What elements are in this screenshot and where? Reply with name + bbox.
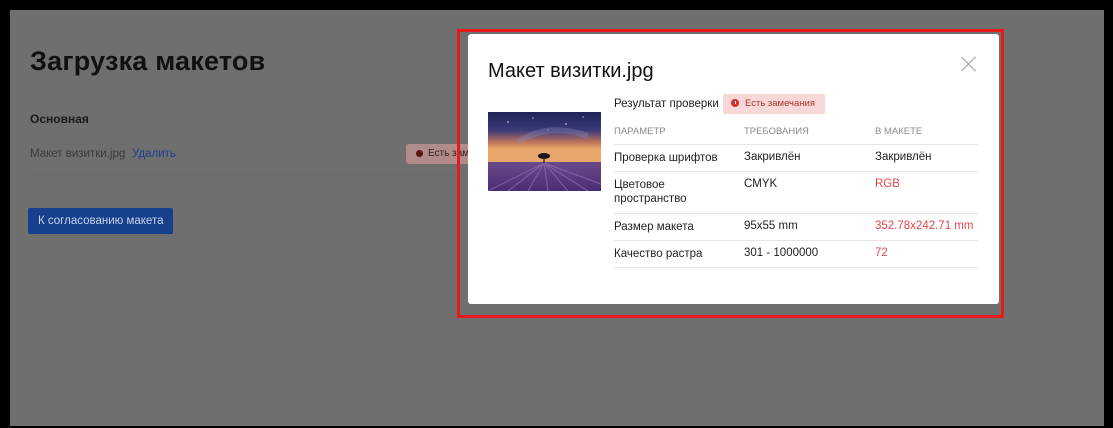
file-name: Макет визитки.jpg: [30, 148, 126, 160]
column-header-actual: В МАКЕТЕ: [875, 126, 923, 137]
param-name: Цветовое пространство: [614, 179, 687, 205]
table-row: Цветовое пространство CMYK RGB: [614, 172, 978, 214]
param-actual: 72: [875, 247, 888, 259]
param-required: CMYK: [744, 178, 778, 190]
param-name: Размер макета: [614, 221, 694, 233]
param-required: 95x55 mm: [744, 220, 798, 232]
lavender-field-image: [488, 112, 601, 191]
warning-icon: [416, 149, 423, 157]
param-name: Качество растра: [614, 248, 703, 260]
param-actual: 352.78x242.71 mm: [875, 220, 974, 232]
delete-file-link[interactable]: Удалить: [132, 148, 176, 160]
check-result-modal: Макет визитки.jpg Результат проверки Ест…: [468, 34, 999, 304]
warning-icon: [731, 99, 739, 107]
parameters-table: ПАРАМЕТР ТРЕБОВАНИЯ В МАКЕТЕ Проверка шр…: [614, 120, 978, 268]
table-row: Проверка шрифтов Закривлён Закривлён: [614, 145, 978, 172]
approve-button[interactable]: К согласованию макета: [28, 208, 174, 234]
table-row: Качество растра 301 - 1000000 72: [614, 241, 978, 268]
column-header-parameter: ПАРАМЕТР: [614, 126, 666, 137]
table-header: ПАРАМЕТР ТРЕБОВАНИЯ В МАКЕТЕ: [614, 120, 978, 145]
table-row: Размер макета 95x55 mm 352.78x242.71 mm: [614, 214, 978, 241]
result-label: Результат проверки: [614, 98, 719, 110]
result-status-badge: Есть замечания: [723, 94, 825, 114]
param-required: Закривлён: [744, 151, 801, 163]
modal-title: Макет визитки.jpg: [488, 60, 654, 82]
close-icon[interactable]: [961, 56, 977, 72]
column-header-requirements: ТРЕБОВАНИЯ: [744, 126, 809, 137]
layout-thumbnail: [488, 112, 601, 191]
param-actual: Закривлён: [875, 151, 932, 163]
param-name: Проверка шрифтов: [614, 152, 718, 164]
page-title: Загрузка макетов: [30, 46, 266, 76]
param-required: 301 - 1000000: [744, 247, 819, 259]
param-actual: RGB: [875, 178, 900, 190]
section-label: Основная: [30, 112, 89, 126]
result-status-text: Есть замечания: [745, 98, 815, 109]
